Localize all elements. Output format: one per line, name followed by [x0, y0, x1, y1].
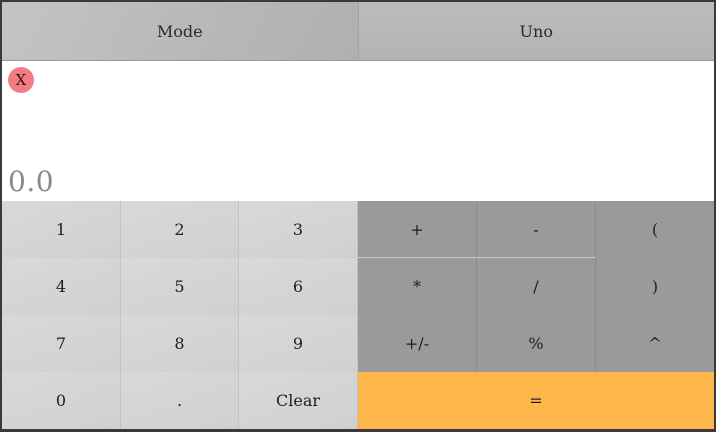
close-button[interactable]: X	[8, 67, 34, 93]
equals-button[interactable]: =	[358, 372, 714, 429]
display-area: X 0.0	[2, 61, 714, 201]
key-9[interactable]: 9	[239, 315, 358, 372]
uno-button[interactable]: Uno	[357, 2, 715, 60]
header-bar: Mode Uno	[2, 2, 714, 61]
key-multiply[interactable]: *	[358, 258, 477, 315]
keypad: 1 2 3 + - ( 4 5 6 * / ) 7 8 9 +/- % ^ 0 …	[2, 201, 714, 429]
key-4[interactable]: 4	[2, 258, 121, 315]
key-3[interactable]: 3	[239, 201, 358, 258]
key-7[interactable]: 7	[2, 315, 121, 372]
key-divide[interactable]: /	[477, 258, 596, 315]
clear-button[interactable]: Clear	[239, 372, 358, 429]
key-power[interactable]: ^	[596, 315, 714, 372]
key-2[interactable]: 2	[121, 201, 239, 258]
result-display: 0.0	[8, 165, 55, 198]
key-plus[interactable]: +	[358, 201, 477, 258]
key-5[interactable]: 5	[121, 258, 239, 315]
key-1[interactable]: 1	[2, 201, 121, 258]
key-close-paren[interactable]: )	[596, 258, 714, 315]
key-minus[interactable]: -	[477, 201, 596, 258]
close-icon: X	[15, 71, 27, 89]
key-6[interactable]: 6	[239, 258, 358, 315]
key-decimal[interactable]: .	[121, 372, 239, 429]
calculator-app: Mode Uno X 0.0 1 2 3 + - ( 4 5 6 * / ) 7…	[2, 2, 714, 429]
key-negate[interactable]: +/-	[358, 315, 477, 372]
key-8[interactable]: 8	[121, 315, 239, 372]
key-percent[interactable]: %	[477, 315, 596, 372]
key-open-paren[interactable]: (	[596, 201, 714, 258]
key-0[interactable]: 0	[2, 372, 121, 429]
mode-button[interactable]: Mode	[2, 2, 358, 60]
